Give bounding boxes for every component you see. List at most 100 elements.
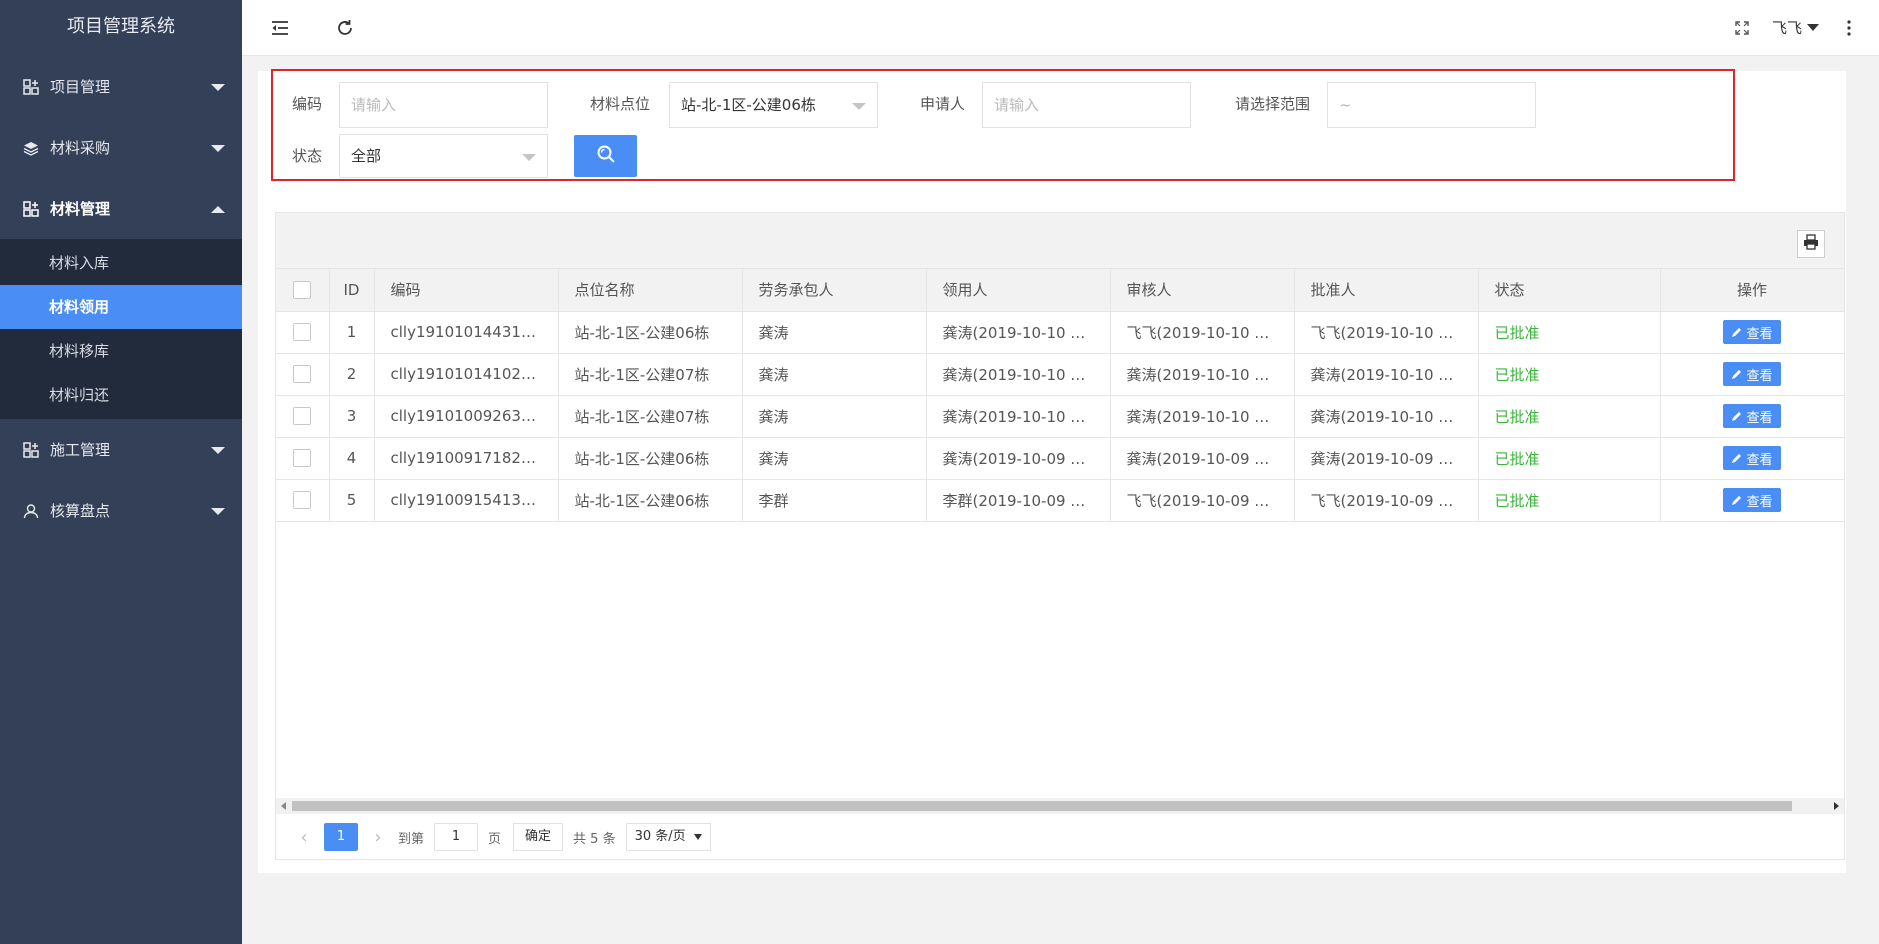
column-header: 领用人 bbox=[926, 269, 1111, 312]
header-checkbox-cell bbox=[276, 269, 330, 312]
column-header: ID bbox=[329, 269, 375, 312]
prev-page-icon[interactable]: ‹ bbox=[294, 827, 314, 848]
select-all-checkbox[interactable] bbox=[293, 281, 312, 299]
refresh-icon[interactable] bbox=[331, 14, 359, 42]
total-count: 共 5 条 bbox=[573, 831, 616, 847]
row-checkbox-cell bbox=[276, 395, 330, 438]
cell-contractor: 龚涛 bbox=[742, 311, 927, 354]
applicant-input[interactable]: 请输入 bbox=[982, 82, 1191, 128]
caret-down-icon bbox=[1807, 24, 1819, 31]
submenu-item-return[interactable]: 材料归还 bbox=[0, 373, 242, 417]
cell-code: clly1910101443150… bbox=[374, 311, 559, 354]
cell-code: clly1910100926379… bbox=[374, 395, 559, 438]
cell-recipient: 龚涛(2019-10-09 1… bbox=[926, 437, 1111, 480]
sidebar-item-label: 项目管理 bbox=[50, 78, 111, 96]
print-button[interactable] bbox=[1797, 230, 1825, 258]
view-button[interactable]: 查看 bbox=[1723, 362, 1781, 386]
app-title: 项目管理系统 bbox=[67, 16, 175, 37]
row-checkbox[interactable] bbox=[293, 323, 312, 342]
cell-contractor: 龚涛 bbox=[742, 353, 927, 396]
page-number-current[interactable]: 1 bbox=[324, 823, 358, 851]
caret-up-icon bbox=[211, 205, 225, 213]
view-button[interactable]: 查看 bbox=[1723, 446, 1781, 470]
row-checkbox-cell bbox=[276, 353, 330, 396]
column-header: 批准人 bbox=[1294, 269, 1479, 312]
cell-code: clly1910101410295… bbox=[374, 353, 559, 396]
submenu-item-stock-in[interactable]: 材料入库 bbox=[0, 241, 242, 285]
sidebar-item-construction[interactable]: 施工管理 bbox=[0, 419, 242, 480]
cell-point: 站-北-1区-公建07栋 bbox=[558, 353, 743, 396]
goto-page-input[interactable]: 1 bbox=[434, 823, 479, 851]
code-input[interactable]: 请输入 bbox=[339, 82, 548, 128]
caret-down-icon bbox=[211, 144, 225, 152]
row-checkbox[interactable] bbox=[293, 407, 312, 426]
status-select-value: 全部 bbox=[351, 147, 382, 165]
submenu-material: 材料入库 材料领用 材料移库 材料归还 bbox=[0, 239, 242, 419]
table-row: 5 clly1910091541362… 站-北-1区-公建06栋 李群 李群(… bbox=[276, 479, 1845, 522]
caret-down-icon bbox=[211, 446, 225, 454]
user-name: 飞飞 bbox=[1771, 19, 1802, 37]
column-header: 劳务承包人 bbox=[742, 269, 927, 312]
scroll-left-icon[interactable] bbox=[281, 802, 286, 810]
chevron-down-icon bbox=[522, 154, 536, 161]
date-range-input[interactable]: ~ bbox=[1327, 82, 1536, 128]
top-header: 飞飞 bbox=[242, 0, 1879, 56]
page-unit-label: 页 bbox=[488, 831, 502, 847]
cell-actions: 查看 bbox=[1660, 311, 1845, 354]
cell-recipient: 龚涛(2019-10-10 1… bbox=[926, 311, 1111, 354]
next-page-icon[interactable]: › bbox=[368, 827, 388, 848]
sidebar-item-project[interactable]: 项目管理 bbox=[0, 56, 242, 117]
fullscreen-icon[interactable] bbox=[1728, 14, 1756, 42]
caret-down-icon bbox=[211, 507, 225, 515]
cell-approver: 龚涛(2019-10-10 0… bbox=[1294, 395, 1479, 438]
status-select[interactable]: 全部 bbox=[339, 134, 548, 178]
view-button[interactable]: 查看 bbox=[1723, 404, 1781, 428]
scroll-right-icon[interactable] bbox=[1834, 802, 1839, 810]
point-select[interactable]: 站-北-1区-公建06栋 bbox=[669, 82, 878, 128]
cell-point: 站-北-1区-公建06栋 bbox=[558, 479, 743, 522]
status-badge: 已批准 bbox=[1478, 311, 1661, 354]
cell-reviewer: 龚涛(2019-10-10 0… bbox=[1110, 395, 1295, 438]
row-checkbox-cell bbox=[276, 437, 330, 480]
submenu-item-requisition[interactable]: 材料领用 bbox=[0, 285, 242, 329]
cell-code: clly1910091718255… bbox=[374, 437, 559, 480]
user-icon bbox=[22, 502, 40, 520]
confirm-page-button[interactable]: 确定 bbox=[513, 823, 564, 851]
applicant-label: 申请人 bbox=[920, 95, 966, 113]
table-row: 2 clly1910101410295… 站-北-1区-公建07栋 龚涛 龚涛(… bbox=[276, 353, 1845, 396]
cell-id: 4 bbox=[329, 437, 375, 480]
cell-reviewer: 龚涛(2019-10-10 1… bbox=[1110, 353, 1295, 396]
sidebar-item-label: 核算盘点 bbox=[50, 502, 111, 520]
cell-point: 站-北-1区-公建07栋 bbox=[558, 395, 743, 438]
search-button[interactable] bbox=[574, 135, 637, 177]
view-button[interactable]: 查看 bbox=[1723, 320, 1781, 344]
cell-approver: 龚涛(2019-10-09 1… bbox=[1294, 437, 1479, 480]
page-size-select[interactable]: 30 条/页 bbox=[625, 823, 711, 851]
grid-add-icon bbox=[22, 200, 40, 218]
row-checkbox[interactable] bbox=[293, 365, 312, 384]
cell-contractor: 龚涛 bbox=[742, 437, 927, 480]
table-toolbar bbox=[276, 213, 1844, 269]
horizontal-scrollbar[interactable] bbox=[276, 798, 1844, 814]
row-checkbox-cell bbox=[276, 479, 330, 522]
row-checkbox[interactable] bbox=[293, 449, 312, 468]
menu-fold-icon[interactable] bbox=[266, 14, 294, 42]
row-checkbox[interactable] bbox=[293, 491, 312, 510]
sidebar-item-material[interactable]: 材料管理 bbox=[0, 178, 242, 239]
sidebar-item-label: 施工管理 bbox=[50, 441, 111, 459]
view-button[interactable]: 查看 bbox=[1723, 488, 1781, 512]
sidebar-item-purchase[interactable]: 材料采购 bbox=[0, 117, 242, 178]
cell-code: clly1910091541362… bbox=[374, 479, 559, 522]
cell-reviewer: 飞飞(2019-10-10 1… bbox=[1110, 311, 1295, 354]
material-requisition-table: ID 编码 点位名称 劳务承包人 领用人 审核人 批准人 状态 操作 1 cll… bbox=[276, 269, 1845, 522]
sidebar-item-accounting[interactable]: 核算盘点 bbox=[0, 480, 242, 541]
cell-contractor: 李群 bbox=[742, 479, 927, 522]
cell-approver: 飞飞(2019-10-10 1… bbox=[1294, 311, 1479, 354]
pagination: ‹ 1 › 到第 1 页 确定 共 5 条 30 条/页 bbox=[294, 823, 711, 851]
cell-approver: 龚涛(2019-10-10 1… bbox=[1294, 353, 1479, 396]
cell-recipient: 龚涛(2019-10-10 1… bbox=[926, 353, 1111, 396]
more-vertical-icon[interactable] bbox=[1835, 14, 1863, 42]
user-menu[interactable]: 飞飞 bbox=[1772, 17, 1819, 38]
scrollbar-thumb[interactable] bbox=[292, 801, 1792, 811]
submenu-item-transfer[interactable]: 材料移库 bbox=[0, 329, 242, 373]
